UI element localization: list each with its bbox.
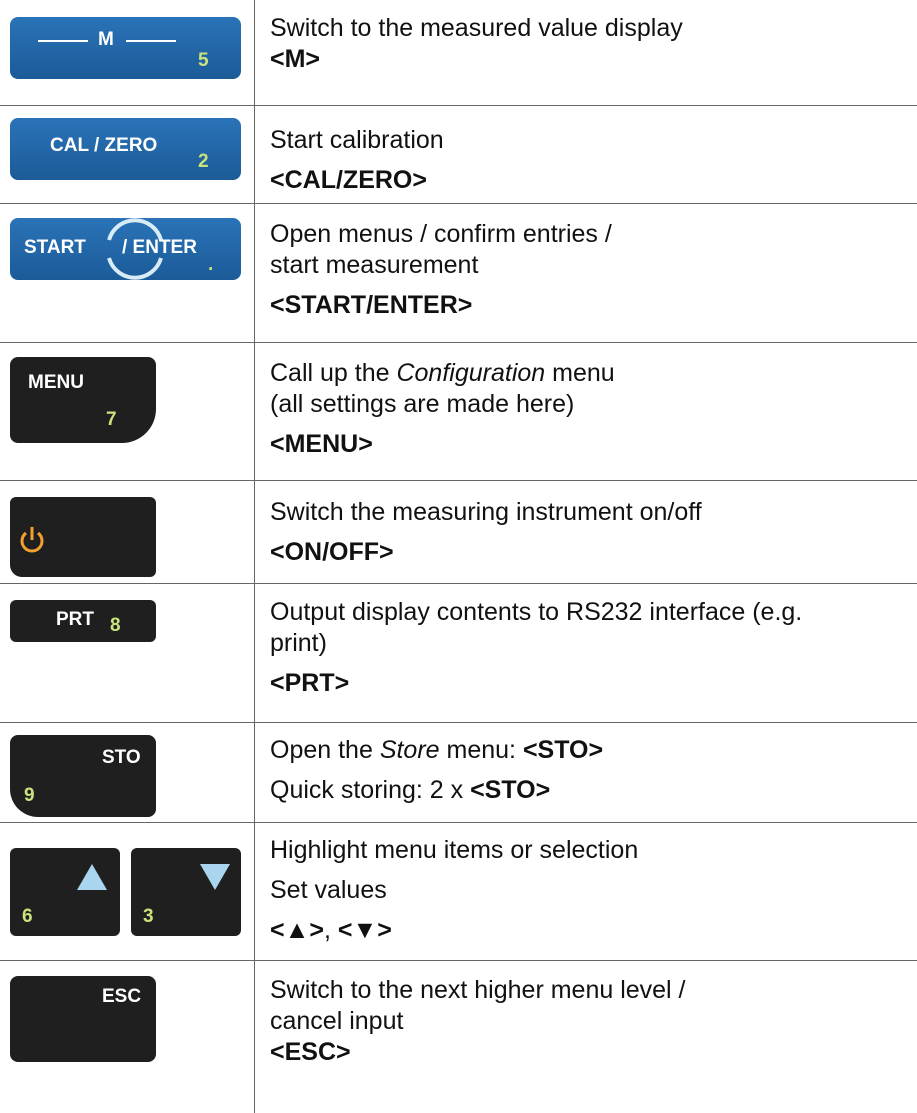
menu-key-label: MENU (28, 372, 84, 393)
desc-text: menu: (439, 736, 523, 764)
up-key-number: 6 (22, 906, 33, 927)
key-code: <PRT> (270, 669, 350, 697)
up-triangle-icon (77, 864, 107, 890)
sto-description: Open the Store menu: <STO> Quick storing… (270, 735, 910, 806)
key-line-left (38, 40, 88, 42)
desc-line: (all settings are made here) (270, 390, 575, 418)
key-code: <▲> (270, 916, 324, 944)
row-separator (0, 583, 917, 584)
desc-line: print) (270, 629, 327, 657)
key-code: <STO> (470, 776, 551, 804)
desc-line: Switch to the measured value display (270, 14, 683, 42)
row-separator (0, 203, 917, 204)
start-enter-description: Open menus / confirm entries / start mea… (270, 219, 910, 321)
arrow-keys-description: Highlight menu items or selection Set va… (270, 835, 910, 946)
key-code: <START/ENTER> (270, 291, 473, 319)
menu-name: Store (379, 736, 440, 764)
up-key[interactable]: 6 (10, 848, 120, 936)
key-line-right (126, 40, 176, 42)
m-key[interactable]: M 5 (10, 17, 241, 79)
power-icon (20, 527, 44, 553)
row-separator (0, 722, 917, 723)
desc-line: Start calibration (270, 126, 444, 154)
desc-line: Switch the measuring instrument on/off (270, 498, 702, 526)
column-divider (254, 0, 255, 1113)
desc-line: Open menus / confirm entries / (270, 220, 612, 248)
desc-line: Output display contents to RS232 interfa… (270, 598, 803, 626)
prt-key[interactable]: PRT 8 (10, 600, 156, 642)
row-separator (0, 480, 917, 481)
row-separator (0, 342, 917, 343)
prt-key-label: PRT (56, 609, 94, 630)
on-off-key[interactable] (10, 497, 156, 577)
key-code: <STO> (522, 736, 604, 764)
cal-zero-key[interactable]: CAL / ZERO 2 (10, 118, 241, 180)
desc-line: Set values (270, 876, 387, 904)
m-key-number: 5 (198, 50, 209, 71)
start-enter-key-number: . (208, 254, 214, 275)
down-triangle-icon (200, 864, 230, 890)
key-code: <ESC> (270, 1038, 351, 1066)
down-key[interactable]: 3 (131, 848, 241, 936)
desc-text: menu (545, 359, 615, 387)
row-separator (0, 105, 917, 106)
cal-zero-description: Start calibration <CAL/ZERO> (270, 125, 910, 196)
desc-text: Call up the (270, 359, 397, 387)
key-code: <MENU> (270, 430, 373, 458)
prt-description: Output display contents to RS232 interfa… (270, 597, 910, 699)
desc-text: Open the (270, 736, 380, 764)
esc-key[interactable]: ESC (10, 976, 156, 1062)
key-code: <M> (270, 45, 321, 73)
desc-text: Quick storing: 2 x (270, 776, 471, 804)
desc-line: Highlight menu items or selection (270, 836, 639, 864)
start-label: START (24, 237, 86, 258)
desc-line: cancel input (270, 1007, 404, 1035)
row-separator (0, 960, 917, 961)
key-code: <▼> (337, 916, 392, 944)
enter-label: / ENTER (122, 237, 197, 258)
sto-key[interactable]: STO 9 (10, 735, 156, 817)
cal-zero-key-number: 2 (198, 151, 209, 172)
desc-line: start measurement (270, 251, 479, 279)
sto-key-label: STO (102, 747, 141, 768)
esc-description: Switch to the next higher menu level / c… (270, 975, 910, 1068)
down-key-number: 3 (143, 906, 154, 927)
menu-description: Call up the Configuration menu (all sett… (270, 358, 910, 460)
desc-text: , (323, 916, 338, 944)
key-code: <ON/OFF> (270, 538, 394, 566)
start-enter-key[interactable]: START / ENTER . (10, 218, 241, 280)
m-key-label: M (98, 29, 114, 50)
menu-key-number: 7 (106, 409, 117, 430)
menu-key[interactable]: MENU 7 (10, 357, 156, 443)
sto-key-number: 9 (24, 785, 35, 806)
m-key-description: Switch to the measured value display <M> (270, 13, 910, 75)
prt-key-number: 8 (110, 615, 121, 636)
row-separator (0, 822, 917, 823)
desc-line: Switch to the next higher menu level / (270, 976, 686, 1004)
esc-key-label: ESC (102, 986, 142, 1007)
key-code: <CAL/ZERO> (270, 166, 427, 194)
menu-name: Configuration (396, 359, 546, 387)
cal-zero-key-label: CAL / ZERO (50, 135, 158, 156)
on-off-description: Switch the measuring instrument on/off <… (270, 497, 910, 568)
